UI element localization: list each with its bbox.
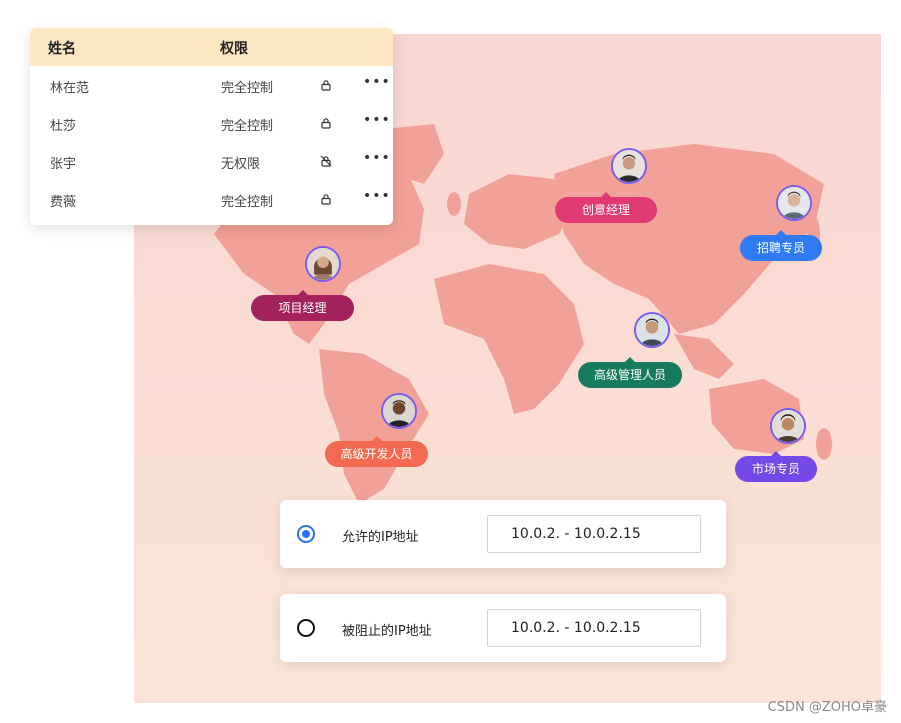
user-name: 费薇: [50, 195, 77, 210]
blocked-ip-radio[interactable]: [297, 619, 315, 637]
column-header-permission: 权限: [220, 41, 248, 57]
role-tag-recruiter: 招聘专员: [740, 230, 822, 261]
avatar[interactable]: [634, 312, 670, 348]
table-row[interactable]: 费薇 完全控制 •••: [30, 180, 393, 218]
role-tag-project-manager: 项目经理: [251, 290, 354, 321]
more-options-icon[interactable]: •••: [363, 112, 391, 128]
role-tag-creative-manager: 创意经理: [555, 192, 657, 223]
permission-level: 完全控制: [221, 119, 274, 134]
person-avatar-icon: [307, 248, 339, 280]
more-options-icon[interactable]: •••: [363, 150, 391, 166]
lock-icon[interactable]: [320, 193, 332, 205]
permission-level: 无权限: [221, 157, 261, 172]
lock-icon[interactable]: [320, 117, 332, 129]
table-header: 姓名 权限: [30, 28, 393, 66]
allowed-ip-range-field[interactable]: 10.0.2. - 10.0.2.15: [487, 515, 701, 553]
more-options-icon[interactable]: •••: [363, 188, 391, 204]
island-new-zealand: [816, 428, 832, 460]
table-row[interactable]: 林在范 完全控制 •••: [30, 66, 393, 104]
person-avatar-icon: [778, 187, 810, 219]
user-name: 张宇: [50, 157, 77, 172]
person-avatar-icon: [772, 410, 804, 442]
role-tag-senior-developer: 高级开发人员: [325, 436, 428, 467]
avatar[interactable]: [381, 393, 417, 429]
person-avatar-icon: [383, 395, 415, 427]
role-tag-marketing-specialist: 市场专员: [735, 451, 817, 482]
blocked-ip-card[interactable]: 被阻止的IP地址 10.0.2. - 10.0.2.15: [280, 594, 726, 662]
allowed-ip-radio[interactable]: [297, 525, 315, 543]
permissions-table: 姓名 权限 林在范 完全控制 ••• 杜莎 完全控制 ••• 张宇 无权限 ••…: [30, 28, 393, 225]
permission-level: 完全控制: [221, 195, 274, 210]
lock-off-icon[interactable]: [320, 155, 332, 167]
person-avatar-icon: [613, 150, 645, 182]
user-name: 杜莎: [50, 119, 77, 134]
avatar[interactable]: [770, 408, 806, 444]
continent-africa: [434, 264, 584, 414]
allowed-ip-label: 允许的IP地址: [342, 530, 419, 545]
avatar[interactable]: [305, 246, 341, 282]
blocked-ip-range-field[interactable]: 10.0.2. - 10.0.2.15: [487, 609, 701, 647]
lock-icon[interactable]: [320, 79, 332, 91]
table-row[interactable]: 杜莎 完全控制 •••: [30, 104, 393, 142]
column-header-name: 姓名: [48, 41, 76, 57]
blocked-ip-label: 被阻止的IP地址: [342, 624, 432, 639]
avatar[interactable]: [611, 148, 647, 184]
user-name: 林在范: [50, 81, 90, 96]
allowed-ip-card[interactable]: 允许的IP地址 10.0.2. - 10.0.2.15: [280, 500, 726, 568]
continent-south-america: [319, 349, 429, 504]
more-options-icon[interactable]: •••: [363, 74, 391, 90]
role-tag-senior-management: 高级管理人员: [578, 357, 682, 388]
table-row[interactable]: 张宇 无权限 •••: [30, 142, 393, 180]
island-uk: [447, 192, 461, 216]
continent-southeast-asia: [674, 334, 734, 379]
avatar[interactable]: [776, 185, 812, 221]
person-avatar-icon: [636, 314, 668, 346]
watermark: CSDN @ZOHO卓豪: [767, 700, 887, 715]
permission-level: 完全控制: [221, 81, 274, 96]
